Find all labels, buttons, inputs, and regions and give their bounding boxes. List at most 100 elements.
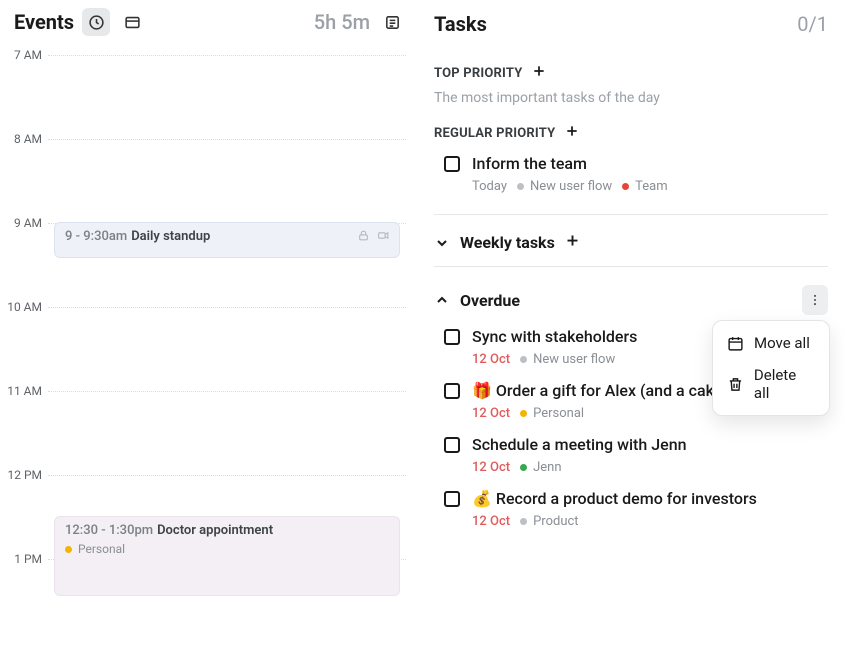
- hour-label: 8 AM: [0, 132, 48, 146]
- task-checkbox[interactable]: [444, 491, 460, 507]
- lock-icon: [357, 229, 370, 242]
- tasks-count: 0/1: [797, 12, 828, 36]
- task-tag: Team: [622, 179, 668, 194]
- weekly-tasks-heading[interactable]: Weekly tasks: [434, 233, 828, 252]
- task-tag-label: Jenn: [533, 460, 561, 475]
- move-all-button[interactable]: Move all: [719, 327, 823, 359]
- task-tag-label: Product: [533, 514, 578, 529]
- list-layout-icon: [124, 14, 141, 31]
- hour-label: 11 AM: [0, 384, 48, 398]
- section-regular-priority: Regular Priority Inform the team Today New…: [434, 124, 828, 196]
- hour-line: [48, 391, 406, 392]
- hour-label: 9 AM: [0, 216, 48, 230]
- hour-row: 12 PM: [0, 475, 420, 482]
- hour-row: 8 AM: [0, 139, 420, 146]
- task-checkbox[interactable]: [444, 329, 460, 345]
- hour-row: 11 AM: [0, 391, 420, 398]
- task-tag: New user flow: [517, 179, 612, 194]
- event-time: 9 - 9:30am: [65, 229, 127, 244]
- hour-label: 10 AM: [0, 300, 48, 314]
- task-date: 12 Oct: [472, 460, 510, 475]
- hour-label: 1 PM: [0, 552, 48, 566]
- event-time: 12:30 - 1:30pm: [65, 523, 153, 538]
- regular-priority-label: Regular Priority: [434, 126, 555, 141]
- more-vertical-icon: [808, 293, 822, 307]
- section-top-priority: Top Priority The most important tasks of…: [434, 64, 828, 106]
- calendar-move-icon: [727, 335, 744, 352]
- clock-icon: [88, 14, 105, 31]
- top-priority-heading: Top Priority: [434, 64, 828, 82]
- top-priority-subtitle: The most important tasks of the day: [434, 90, 828, 106]
- task-date: 12 Oct: [472, 514, 510, 529]
- task-tag-label: Personal: [533, 406, 584, 421]
- task-date: 12 Oct: [472, 406, 510, 421]
- overdue-actions-popup: Move all Delete all: [712, 320, 830, 416]
- delete-all-label: Delete all: [754, 366, 815, 402]
- tasks-title: Tasks: [434, 12, 487, 36]
- task-tag: Jenn: [520, 460, 561, 475]
- top-priority-label: Top Priority: [434, 66, 522, 81]
- overdue-more-button[interactable]: [802, 285, 828, 315]
- hour-line: [48, 307, 406, 308]
- notes-button[interactable]: [378, 8, 406, 36]
- divider: [434, 266, 828, 267]
- task-item[interactable]: 💰 Record a product demo for investors 12 …: [434, 477, 828, 531]
- task-tag-label: New user flow: [533, 352, 615, 367]
- task-title: Inform the team: [472, 154, 828, 173]
- add-regular-priority-button[interactable]: [565, 124, 579, 142]
- overdue-label: Overdue: [460, 291, 520, 310]
- task-tag-label: Team: [635, 179, 668, 194]
- calendar-event[interactable]: 9 - 9:30am Daily standup: [54, 222, 400, 258]
- tasks-pane: Tasks 0/1 Top Priority The most importan…: [420, 0, 844, 660]
- trash-icon: [727, 376, 744, 393]
- task-tag: Personal: [520, 406, 584, 421]
- video-icon: [376, 229, 391, 242]
- hour-label: 12 PM: [0, 468, 48, 482]
- hour-line: [48, 55, 406, 56]
- section-weekly-tasks: Weekly tasks: [434, 233, 828, 252]
- task-item[interactable]: Schedule a meeting with Jenn 12 Oct Jenn: [434, 423, 828, 477]
- events-header: Events 5h 5m: [0, 0, 420, 40]
- chevron-down-icon: [434, 235, 450, 251]
- calendar-event[interactable]: 12:30 - 1:30pm Doctor appointment Personal: [54, 516, 400, 596]
- total-duration: 5h 5m: [314, 10, 370, 34]
- task-item[interactable]: Inform the team Today New user flow Team: [434, 142, 828, 196]
- hour-line: [48, 475, 406, 476]
- task-checkbox[interactable]: [444, 437, 460, 453]
- weekly-tasks-label: Weekly tasks: [460, 233, 555, 252]
- task-title: Schedule a meeting with Jenn: [472, 435, 828, 454]
- task-tag-label: New user flow: [530, 179, 612, 194]
- task-tag: New user flow: [520, 352, 615, 367]
- hour-line: [48, 139, 406, 140]
- hour-row: 10 AM: [0, 307, 420, 314]
- plus-icon: [532, 64, 546, 78]
- plus-icon: [565, 124, 579, 138]
- hour-row: 7 AM: [0, 55, 420, 62]
- list-view-button[interactable]: [118, 8, 146, 36]
- notes-icon: [384, 14, 401, 31]
- events-pane: Events 5h 5m 7 AM 8 AM 9 AM 10 AM 11 AM 12 PM…: [0, 0, 420, 660]
- calendar-body[interactable]: 7 AM 8 AM 9 AM 10 AM 11 AM 12 PM 1 PM 9 - 9:30a…: [0, 40, 420, 660]
- hour-label: 7 AM: [0, 48, 48, 62]
- overdue-heading[interactable]: Overdue: [434, 285, 828, 315]
- add-weekly-task-button[interactable]: [565, 233, 580, 252]
- event-tag: Personal: [65, 542, 389, 556]
- task-tag: Product: [520, 514, 578, 529]
- task-checkbox[interactable]: [444, 156, 460, 172]
- event-tag-label: Personal: [78, 542, 125, 556]
- events-title: Events: [14, 10, 74, 34]
- task-title: 💰 Record a product demo for investors: [472, 489, 828, 508]
- add-top-priority-button[interactable]: [532, 64, 546, 82]
- clock-view-button[interactable]: [82, 8, 110, 36]
- chevron-up-icon: [434, 292, 450, 308]
- tasks-header: Tasks 0/1: [434, 8, 828, 40]
- divider: [434, 214, 828, 215]
- task-date: 12 Oct: [472, 352, 510, 367]
- plus-icon: [565, 233, 580, 248]
- task-checkbox[interactable]: [444, 383, 460, 399]
- delete-all-button[interactable]: Delete all: [719, 359, 823, 409]
- task-date: Today: [472, 179, 507, 194]
- event-title: Daily standup: [131, 229, 210, 244]
- regular-priority-heading: Regular Priority: [434, 124, 828, 142]
- event-title: Doctor appointment: [157, 523, 273, 538]
